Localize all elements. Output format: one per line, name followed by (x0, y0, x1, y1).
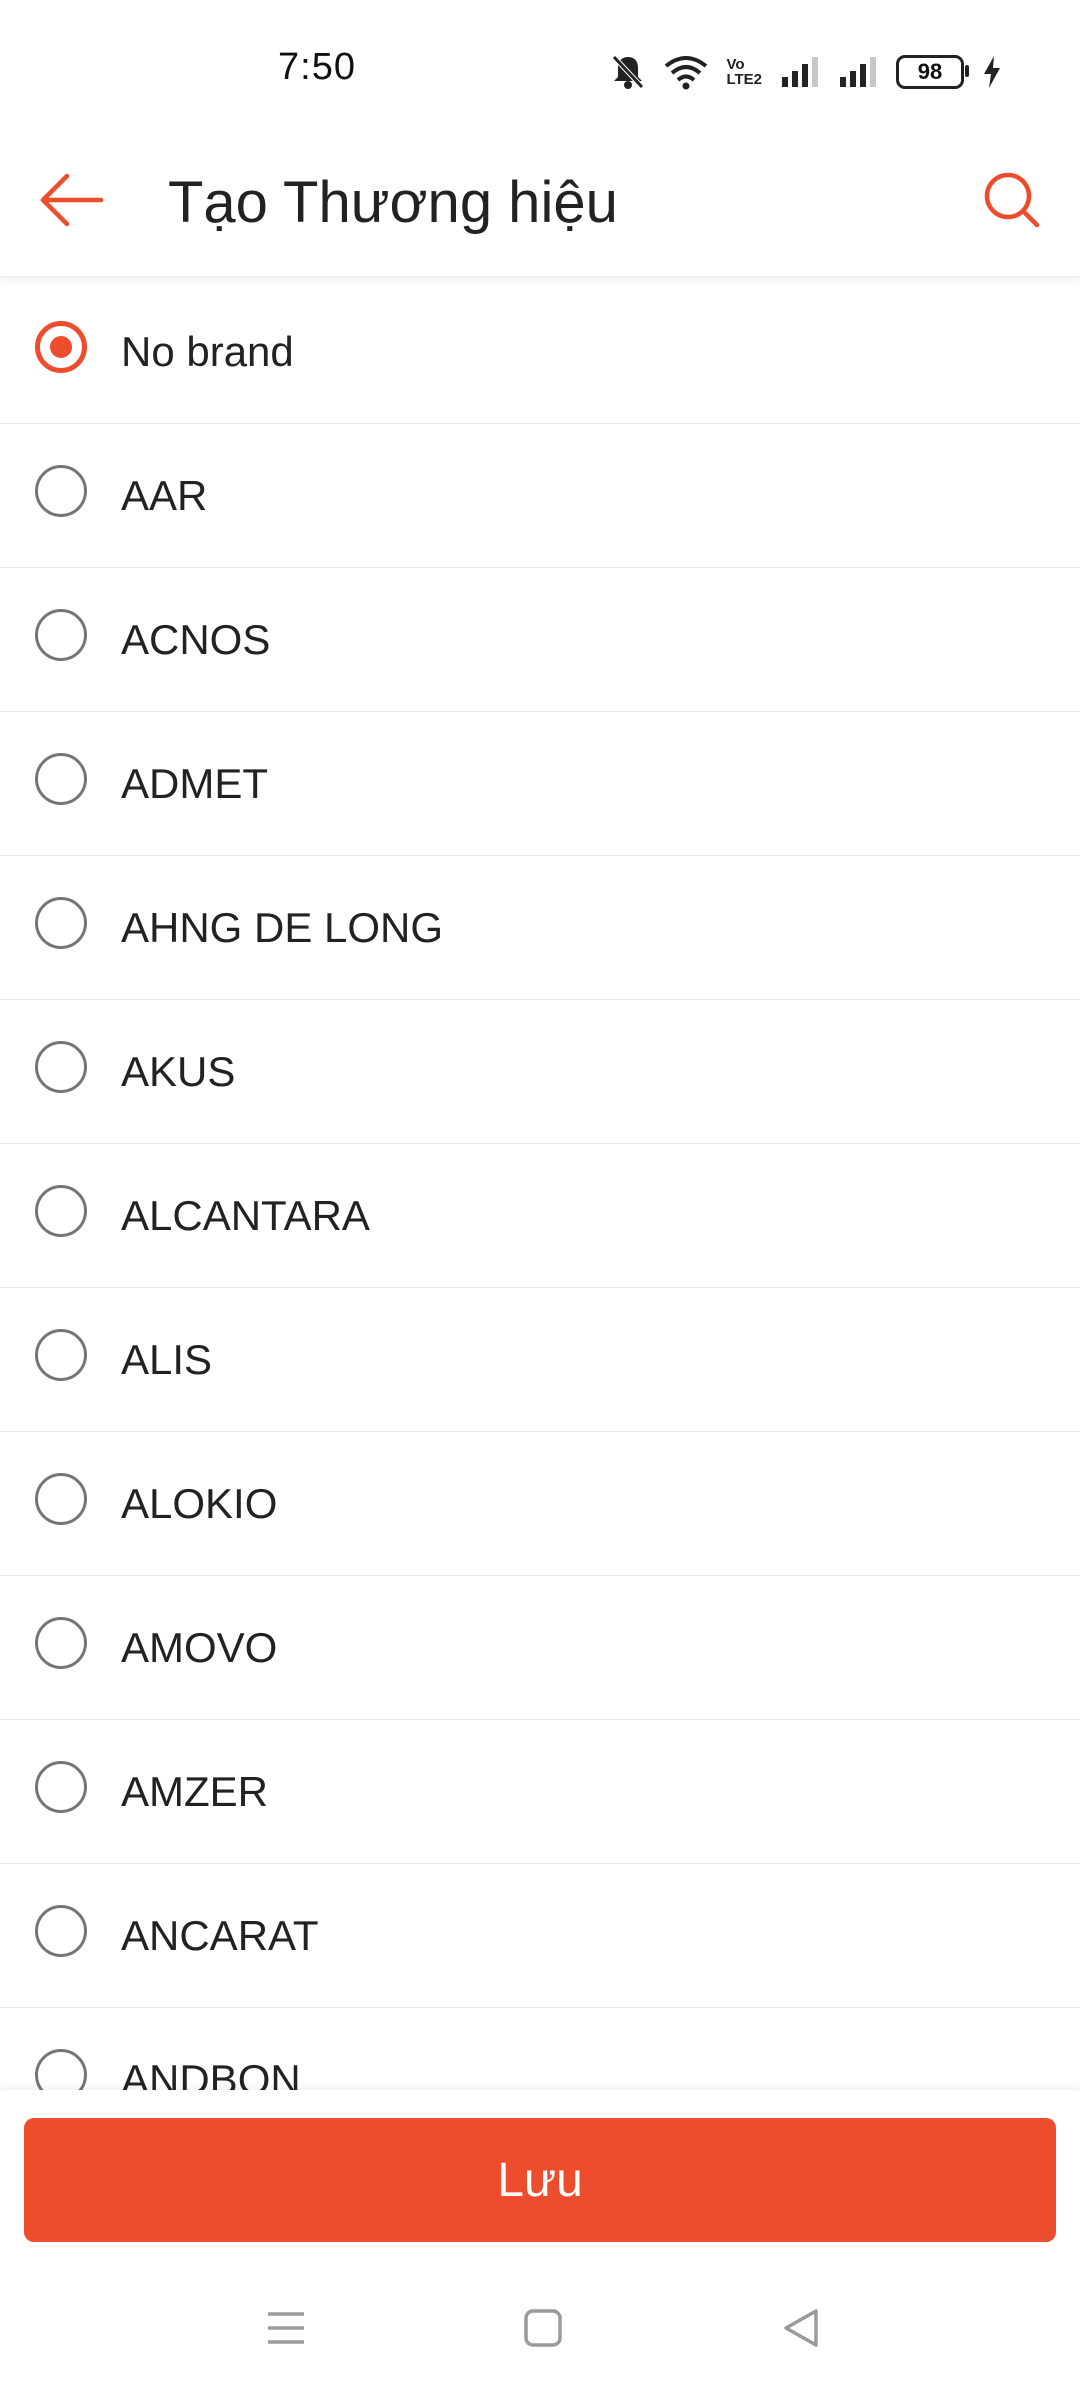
battery-icon: 98 (896, 55, 969, 89)
brand-item-alis[interactable]: ALIS (0, 1288, 1080, 1432)
signal-icon (838, 55, 878, 89)
back-button[interactable] (30, 160, 114, 244)
radio-unselected[interactable] (35, 2049, 87, 2090)
radio-unselected[interactable] (35, 897, 87, 949)
recent-apps-button[interactable] (246, 2290, 326, 2370)
brand-item-admet[interactable]: ADMET (0, 712, 1080, 856)
brand-label: AMOVO (121, 1623, 278, 1671)
radio-unselected[interactable] (35, 1905, 87, 1957)
brand-item-aar[interactable]: AAR (0, 424, 1080, 568)
save-button[interactable]: Lưu (24, 2118, 1056, 2242)
brand-label: ANDBON (121, 2055, 301, 2091)
volte-icon: Vo LTE2 (726, 57, 762, 87)
brand-item-ancarat[interactable]: ANCARAT (0, 1864, 1080, 2008)
radio-selected[interactable] (35, 321, 87, 373)
brand-label: AHNG DE LONG (121, 903, 444, 951)
brand-item-no-brand[interactable]: No brand (0, 280, 1080, 424)
radio-unselected[interactable] (35, 1329, 87, 1381)
back-triangle-icon (780, 2307, 822, 2354)
radio-unselected[interactable] (35, 609, 87, 661)
brand-label: ALCANTARA (121, 1191, 370, 1239)
system-back-button[interactable] (761, 2290, 841, 2370)
bottom-action-bar: Lưu (0, 2090, 1080, 2250)
brand-item-akus[interactable]: AKUS (0, 1000, 1080, 1144)
radio-unselected[interactable] (35, 465, 87, 517)
brand-item-amovo[interactable]: AMOVO (0, 1576, 1080, 1720)
brand-label: ANCARAT (121, 1911, 319, 1959)
status-bar: 7:50 Vo LTE2 98 (0, 0, 1080, 130)
brand-label: ALOKIO (121, 1479, 278, 1527)
brand-item-alcantara[interactable]: ALCANTARA (0, 1144, 1080, 1288)
app-bar: Tạo Thương hiệu (0, 130, 1080, 277)
app-screen: 7:50 Vo LTE2 98 Tạo Thương hiệu No brand… (0, 0, 1080, 2400)
brand-label: No brand (121, 327, 294, 375)
brand-label: ACNOS (121, 615, 271, 663)
page-title: Tạo Thương hiệu (168, 170, 618, 235)
brand-item-amzer[interactable]: AMZER (0, 1720, 1080, 1864)
signal-icon (780, 55, 820, 89)
wifi-icon (664, 54, 708, 90)
system-nav-bar (0, 2250, 1080, 2400)
volte-line1: Vo (726, 56, 745, 73)
brand-label: AAR (121, 471, 208, 519)
arrow-left-icon (39, 172, 105, 233)
brand-label: AKUS (121, 1047, 236, 1095)
brand-label: ALIS (121, 1335, 213, 1383)
radio-unselected[interactable] (35, 1761, 87, 1813)
radio-unselected[interactable] (35, 1473, 87, 1525)
status-icons: Vo LTE2 98 (610, 50, 1002, 94)
brand-item-ahng-de-long[interactable]: AHNG DE LONG (0, 856, 1080, 1000)
brand-item-andbon[interactable]: ANDBON (0, 2008, 1080, 2090)
menu-icon (264, 2308, 308, 2353)
brand-label: AMZER (121, 1767, 268, 1815)
radio-unselected[interactable] (35, 1617, 87, 1669)
battery-level: 98 (917, 59, 943, 84)
brand-list[interactable]: No brand AAR ACNOS ADMET AHNG DE LONG AK… (0, 280, 1080, 2090)
home-square-icon (522, 2307, 564, 2354)
radio-unselected[interactable] (35, 1185, 87, 1237)
brand-item-acnos[interactable]: ACNOS (0, 568, 1080, 712)
brand-label: ADMET (121, 759, 268, 807)
bell-off-icon (610, 53, 646, 91)
brand-item-alokio[interactable]: ALOKIO (0, 1432, 1080, 1576)
radio-unselected[interactable] (35, 1041, 87, 1093)
volte-line2: LTE2 (726, 71, 762, 88)
search-icon (983, 171, 1041, 234)
search-button[interactable] (970, 160, 1054, 244)
charging-icon (982, 54, 1002, 90)
radio-unselected[interactable] (35, 753, 87, 805)
home-button[interactable] (503, 2290, 583, 2370)
status-time: 7:50 (278, 46, 356, 88)
